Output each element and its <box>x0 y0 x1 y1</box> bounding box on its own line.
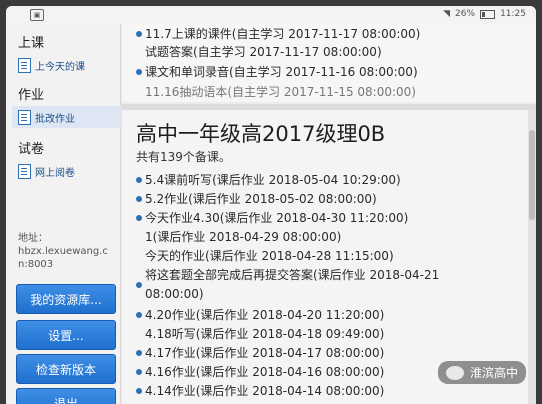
signal-icon: ◥ <box>443 9 451 19</box>
battery-icon <box>480 9 496 19</box>
assignment-item[interactable]: 4.20作业(课后作业 2018-04-20 11:20:00) <box>136 307 384 323</box>
assignment-text: 08:00:00) <box>145 287 204 301</box>
assignment-text: 4.17作业(课后作业 2018-04-17 08:00:00) <box>145 346 385 360</box>
course-panel: 高中一年级高2017级理0B 共有139个备课。 5.4课前听写(课后作业 20… <box>122 110 536 404</box>
bullet-icon <box>136 311 142 318</box>
bullet-icon <box>136 214 142 221</box>
course-count: 共有139个备课。 <box>136 150 231 164</box>
assignment-text: 4.14作业(课后作业 2018-04-14 08:00:00) <box>145 384 385 398</box>
battery-percent: 26% <box>455 9 476 19</box>
assignment-item-continued[interactable]: 08:00:00) <box>145 286 204 302</box>
course-title: 高中一年级高2017级理0B <box>136 122 386 146</box>
tablet-screen: ▣ ◥ 26% 11:25 上课 上今天的课 作业 批改作业 试卷 网上阅卷 地… <box>6 6 536 404</box>
bullet-icon <box>136 349 142 356</box>
assignment-item[interactable]: 5.4课前听写(课后作业 2018-05-04 10:29:00) <box>136 172 401 188</box>
assignment-text: 今天作业4.30(课后作业 2018-04-30 11:20:00) <box>145 211 409 225</box>
assignment-item[interactable]: 4.16作业(课后作业 2018-04-16 08:00:00) <box>136 364 384 380</box>
assignment-bullet <box>136 277 145 293</box>
assignment-item[interactable]: 4.17作业(课后作业 2018-04-17 08:00:00) <box>136 345 384 361</box>
status-bar: ▣ ◥ 26% 11:25 <box>6 6 536 24</box>
assignment-item[interactable]: 将这套题全部完成后再提交答案(课后作业 2018-04-21 <box>145 267 439 283</box>
assignment-text: 5.2作业(课后作业 2018-05-02 08:00:00) <box>145 192 377 206</box>
section-title-exam: 试卷 <box>18 142 45 157</box>
scrollbar-thumb[interactable] <box>529 130 535 220</box>
assignment-item[interactable]: 1(课后作业 2018-04-29 08:00:00) <box>145 229 341 245</box>
bullet-icon <box>136 195 142 202</box>
document-icon <box>18 57 31 73</box>
notification-icon: ▣ <box>30 9 44 21</box>
list-item[interactable]: 11.7上课的课件(自主学习 2017-11-17 08:00:00) <box>136 26 420 42</box>
resource-library-button[interactable]: 我的资源库... <box>16 284 116 314</box>
sidebar-item-grade-homework[interactable]: 批改作业 <box>12 106 126 128</box>
sidebar: 上课 上今天的课 作业 批改作业 试卷 网上阅卷 地址： hbzx.lexuew… <box>6 24 126 404</box>
list-item-text: 试题答案(自主学习 2017-11-17 08:00:00) <box>145 45 382 59</box>
bullet-icon <box>136 176 142 183</box>
assignment-text: 4.20作业(课后作业 2018-04-20 11:20:00) <box>145 308 385 322</box>
sidebar-item-today-class[interactable]: 上今天的课 <box>18 54 118 76</box>
status-right: ◥ 26% 11:25 <box>443 9 526 19</box>
watermark-text: 淮滨高中 <box>469 366 518 380</box>
assignment-text: 4.16作业(课后作业 2018-04-16 08:00:00) <box>145 365 385 379</box>
sidebar-item-label: 上今天的课 <box>35 61 85 73</box>
exit-button[interactable]: 退出 <box>16 388 116 404</box>
edit-document-icon <box>18 163 31 179</box>
assignment-text: 4.18听写(课后作业 2018-04-18 09:49:00) <box>145 327 385 341</box>
clock: 11:25 <box>500 9 526 19</box>
list-item[interactable]: 11.16抽动语本(自主学习 2017-11-15 08:00:00) <box>145 84 416 100</box>
bullet-icon <box>136 368 142 375</box>
watermark: 淮滨高中 <box>437 361 526 384</box>
section-title-class: 上课 <box>18 36 45 51</box>
list-item[interactable]: 课文和单词录音(自主学习 2017-11-16 08:00:00) <box>136 64 418 80</box>
bullet-icon <box>136 30 142 37</box>
assignment-item[interactable]: 4.14作业(课后作业 2018-04-14 08:00:00) <box>136 383 384 399</box>
sidebar-item-online-marking[interactable]: 网上阅卷 <box>18 160 118 182</box>
assignment-item[interactable]: 今天的作业(课后作业 2018-04-28 11:15:00) <box>145 248 394 264</box>
assignment-item[interactable]: 今天作业4.30(课后作业 2018-04-30 11:20:00) <box>136 210 408 226</box>
main-content: 11.7上课的课件(自主学习 2017-11-17 08:00:00) 试题答案… <box>122 24 536 404</box>
list-item-text: 课文和单词录音(自主学习 2017-11-16 08:00:00) <box>145 65 418 79</box>
check-update-button[interactable]: 检查新版本 <box>16 354 116 384</box>
edit-document-icon <box>18 109 31 125</box>
sidebar-item-label: 网上阅卷 <box>35 167 75 179</box>
assignment-text: 将这套题全部完成后再提交答案(课后作业 2018-04-21 <box>145 268 440 282</box>
lesson-list: 11.7上课的课件(自主学习 2017-11-17 08:00:00) 试题答案… <box>122 24 536 102</box>
bullet-icon <box>136 387 142 394</box>
settings-button[interactable]: 设置... <box>16 320 116 350</box>
assignment-item[interactable]: 5.2作业(课后作业 2018-05-02 08:00:00) <box>136 191 377 207</box>
assignment-text: 5.4课前听写(课后作业 2018-05-04 10:29:00) <box>145 173 401 187</box>
list-item-text: 11.16抽动语本(自主学习 2017-11-15 08:00:00) <box>145 85 416 99</box>
bullet-icon <box>136 68 142 75</box>
list-item-text: 11.7上课的课件(自主学习 2017-11-17 08:00:00) <box>145 27 421 41</box>
assignment-text: 1(课后作业 2018-04-29 08:00:00) <box>145 230 342 244</box>
bullet-icon <box>136 281 142 288</box>
sidebar-item-label: 批改作业 <box>35 113 75 125</box>
server-address: 地址： hbzx.lexuewang.cn:8003 <box>18 232 114 271</box>
wechat-icon <box>445 365 464 380</box>
list-item[interactable]: 试题答案(自主学习 2017-11-17 08:00:00) <box>145 44 382 60</box>
scrollbar[interactable] <box>528 110 536 404</box>
section-title-homework: 作业 <box>18 88 45 103</box>
assignment-item[interactable]: 4.18听写(课后作业 2018-04-18 09:49:00) <box>145 326 384 342</box>
address-value: hbzx.lexuewang.cn:8003 <box>18 246 108 270</box>
assignment-text: 今天的作业(课后作业 2018-04-28 11:15:00) <box>145 249 394 263</box>
address-label: 地址： <box>18 233 48 244</box>
